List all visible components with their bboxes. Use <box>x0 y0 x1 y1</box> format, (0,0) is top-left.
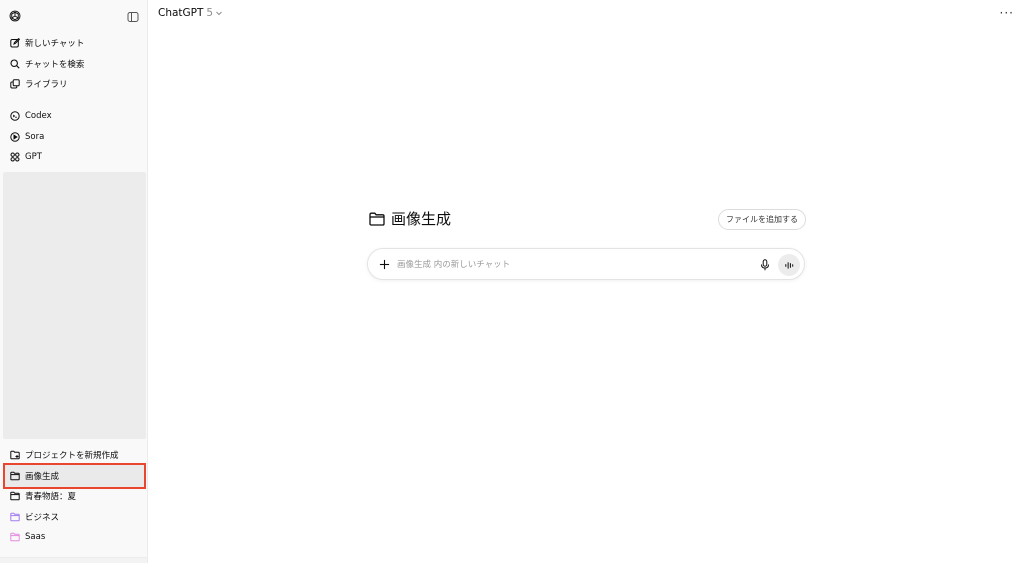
openai-logo-icon[interactable] <box>8 8 22 22</box>
project-title-text: 画像生成 <box>391 210 452 228</box>
sidebar-bottom-edge <box>0 557 147 563</box>
library-icon <box>9 79 20 90</box>
grid-icon <box>9 152 20 163</box>
model-selector[interactable]: ChatGPT 5 <box>158 7 223 19</box>
folder-icon <box>9 471 20 482</box>
sidebar-item-label: プロジェクトを新規作成 <box>25 451 119 461</box>
folder-icon <box>9 491 20 502</box>
new-folder-icon <box>9 450 20 461</box>
sidebar: 新しいチャット チャットを検索 ライブラリ Codex Sora GPT プロジ… <box>0 0 148 563</box>
sidebar-item-sora[interactable]: Sora <box>0 127 147 147</box>
sidebar-item-gpt[interactable]: GPT <box>0 147 147 167</box>
folder-icon <box>9 512 20 523</box>
edit-icon <box>9 38 20 49</box>
codex-icon <box>9 111 20 122</box>
sidebar-item-label: チャットを検索 <box>25 60 85 70</box>
folder-icon <box>369 212 385 226</box>
microphone-icon[interactable] <box>759 258 771 271</box>
sidebar-item-label: 画像生成 <box>25 472 60 482</box>
more-options-button[interactable]: ··· <box>1000 6 1014 20</box>
composer-input[interactable] <box>397 255 747 275</box>
model-name: ChatGPT <box>158 7 204 19</box>
sidebar-item-new-project[interactable]: プロジェクトを新規作成 <box>0 445 147 465</box>
sidebar-header <box>0 0 147 30</box>
sidebar-item-new-chat[interactable]: 新しいチャット <box>0 33 147 53</box>
sidebar-item-label: 青春物語：夏 <box>25 492 77 502</box>
sidebar-item-library[interactable]: ライブラリ <box>0 74 147 94</box>
chat-history-area <box>3 172 146 439</box>
sidebar-item-label: Codex <box>25 111 52 121</box>
sidebar-item-label: Saas <box>25 532 46 542</box>
sidebar-item-label: GPT <box>25 152 42 162</box>
chevron-down-icon <box>216 11 222 16</box>
main-area: ChatGPT 5 ··· 画像生成 ファイルを追加する <box>148 0 1024 563</box>
folder-icon <box>9 532 20 543</box>
composer <box>367 248 805 280</box>
sidebar-item-project-business[interactable]: ビジネス <box>0 507 147 527</box>
audio-waveform-icon <box>784 261 793 269</box>
plus-icon[interactable] <box>377 257 391 271</box>
play-circle-icon <box>9 132 20 143</box>
sidebar-toggle-icon[interactable] <box>127 8 139 22</box>
sidebar-item-label: ビジネス <box>25 513 60 523</box>
sidebar-item-codex[interactable]: Codex <box>0 106 147 126</box>
sidebar-item-search-chats[interactable]: チャットを検索 <box>0 54 147 74</box>
sidebar-item-label: Sora <box>25 132 45 142</box>
project-title: 画像生成 <box>369 208 451 229</box>
sidebar-item-label: 新しいチャット <box>25 39 85 49</box>
add-file-button[interactable]: ファイルを追加する <box>718 209 806 230</box>
sidebar-item-project-image-gen[interactable]: 画像生成 <box>0 466 147 486</box>
sidebar-item-project-seishun[interactable]: 青春物語：夏 <box>0 486 147 506</box>
model-version: 5 <box>206 7 214 19</box>
app-window: 新しいチャット チャットを検索 ライブラリ Codex Sora GPT プロジ… <box>0 0 1024 563</box>
search-icon <box>9 59 20 70</box>
sidebar-item-label: ライブラリ <box>25 80 68 90</box>
sidebar-item-project-saas[interactable]: Saas <box>0 527 147 547</box>
voice-mode-button[interactable] <box>778 254 800 276</box>
